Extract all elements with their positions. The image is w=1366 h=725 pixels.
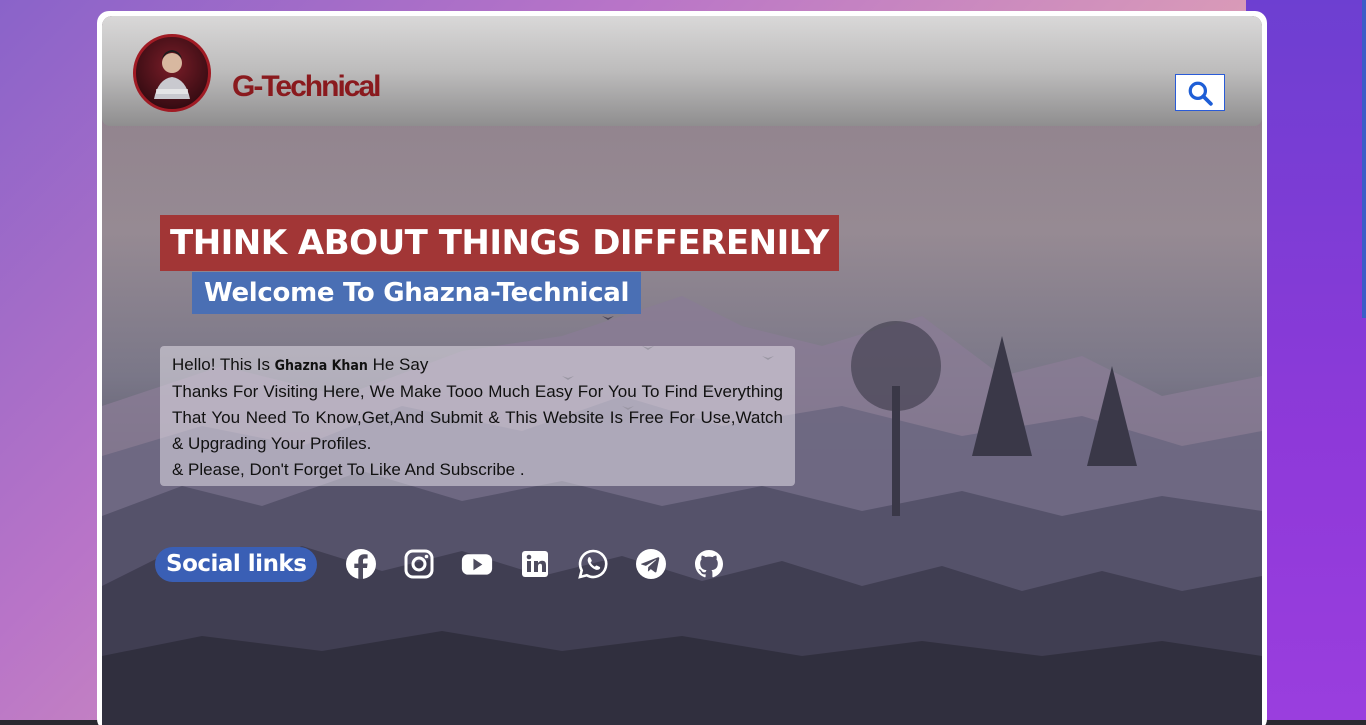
whatsapp-icon[interactable] xyxy=(577,548,609,580)
github-icon[interactable] xyxy=(693,548,725,580)
intro-closing: & Please, Don't Forget To Like And Subsc… xyxy=(172,460,525,479)
intro-body: Thanks For Visiting Here, We Make Tooo M… xyxy=(172,382,783,453)
mountain-landscape-background xyxy=(102,296,1262,725)
telegram-icon[interactable] xyxy=(635,548,667,580)
greeting-prefix: Hello! This Is xyxy=(172,355,275,374)
scrollbar-thumb[interactable] xyxy=(1362,0,1366,318)
hero-subheadline: Welcome To Ghazna-Technical xyxy=(192,272,642,314)
search-button[interactable] xyxy=(1175,74,1225,111)
facebook-icon[interactable] xyxy=(345,548,377,580)
author-name: Ghazna Khan xyxy=(274,358,368,374)
intro-card: Hello! This Is Ghazna Khan He Say Thanks… xyxy=(160,346,795,486)
linkedin-icon[interactable] xyxy=(519,548,551,580)
social-icons-row xyxy=(345,548,725,580)
profile-avatar[interactable] xyxy=(133,34,211,112)
greeting-suffix: He Say xyxy=(367,355,429,374)
hero-headline: THINK ABOUT THINGS DIFFERENILY xyxy=(160,215,839,271)
intro-greeting: Hello! This Is Ghazna Khan He Say xyxy=(172,352,783,379)
hero-section: G-Technical THINK ABOUT THINGS DIFFERENI… xyxy=(102,16,1262,725)
instagram-icon[interactable] xyxy=(403,548,435,580)
site-header: G-Technical xyxy=(102,16,1262,126)
profile-photo-icon xyxy=(154,50,190,99)
site-frame: G-Technical THINK ABOUT THINGS DIFFERENI… xyxy=(97,11,1267,725)
social-links-label: Social links xyxy=(155,547,318,582)
search-icon xyxy=(1188,81,1213,106)
youtube-icon[interactable] xyxy=(461,548,493,580)
brand-title[interactable]: G-Technical xyxy=(232,70,381,104)
